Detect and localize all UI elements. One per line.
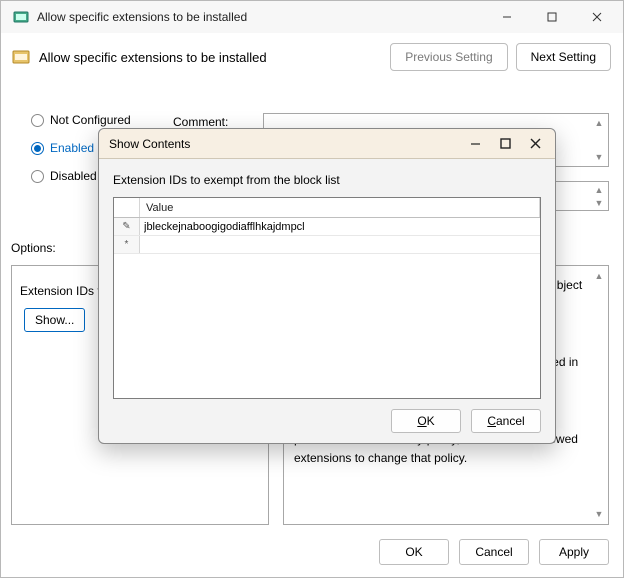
dialog-minimize-button[interactable] <box>467 136 483 152</box>
value-input[interactable] <box>144 239 536 251</box>
scroll-up-icon[interactable]: ▲ <box>591 115 607 131</box>
window-controls <box>484 2 619 32</box>
row-marker-edit-icon: ✎ <box>114 218 140 235</box>
scroll-up-icon[interactable]: ▲ <box>591 183 607 196</box>
maximize-button[interactable] <box>529 2 574 32</box>
grid-header-value: Value <box>140 198 540 217</box>
value-input[interactable] <box>144 221 536 233</box>
value-grid: Value ✎ * <box>113 197 541 399</box>
policy-icon <box>11 47 31 67</box>
dialog-ok-button[interactable]: OK <box>391 409 461 433</box>
window-titlebar: Allow specific extensions to be installe… <box>1 1 623 33</box>
scrollbar[interactable]: ▲ ▼ <box>591 268 607 522</box>
dialog-title: Show Contents <box>109 137 467 151</box>
scrollbar[interactable]: ▲ ▼ <box>591 183 607 209</box>
show-button[interactable]: Show... <box>24 308 85 332</box>
comment-label: Comment: <box>173 113 228 129</box>
policy-header: Allow specific extensions to be installe… <box>1 33 623 79</box>
table-row[interactable]: * <box>114 236 540 254</box>
grid-header: Value <box>114 198 540 218</box>
table-row[interactable]: ✎ <box>114 218 540 236</box>
window-title: Allow specific extensions to be installe… <box>37 10 484 24</box>
grid-empty-area <box>114 254 540 398</box>
radio-not-configured[interactable]: Not Configured <box>31 113 131 127</box>
cancel-button[interactable]: Cancel <box>459 539 529 565</box>
close-button[interactable] <box>574 2 619 32</box>
apply-button[interactable]: Apply <box>539 539 609 565</box>
options-label: Options: <box>11 241 56 255</box>
scrollbar[interactable]: ▲ ▼ <box>591 115 607 165</box>
dialog-maximize-button[interactable] <box>497 136 513 152</box>
dialog-controls <box>467 136 555 152</box>
row-value-cell[interactable] <box>140 218 540 235</box>
app-icon <box>13 9 29 25</box>
radio-icon <box>31 170 44 183</box>
dialog-button-row: OK Cancel <box>113 399 541 433</box>
policy-title: Allow specific extensions to be installe… <box>39 50 382 65</box>
main-button-row: OK Cancel Apply <box>379 539 609 565</box>
scroll-down-icon[interactable]: ▼ <box>591 506 607 522</box>
radio-label: Disabled <box>50 169 97 183</box>
dialog-titlebar: Show Contents <box>99 129 555 159</box>
scroll-down-icon[interactable]: ▼ <box>591 149 607 165</box>
row-value-cell[interactable] <box>140 236 540 253</box>
previous-setting-button[interactable]: Previous Setting <box>390 43 507 71</box>
scroll-down-icon[interactable]: ▼ <box>591 196 607 209</box>
dialog-body: Extension IDs to exempt from the block l… <box>99 159 555 443</box>
row-marker-new-icon: * <box>114 236 140 253</box>
dialog-cancel-button[interactable]: Cancel <box>471 409 541 433</box>
radio-label: Enabled <box>50 141 94 155</box>
radio-label: Not Configured <box>50 113 131 127</box>
radio-icon <box>31 142 44 155</box>
dialog-caption: Extension IDs to exempt from the block l… <box>113 173 541 187</box>
ok-button[interactable]: OK <box>379 539 449 565</box>
radio-icon <box>31 114 44 127</box>
show-contents-dialog: Show Contents Extension IDs to exempt fr… <box>98 128 556 444</box>
minimize-button[interactable] <box>484 2 529 32</box>
scroll-up-icon[interactable]: ▲ <box>591 268 607 284</box>
dialog-close-button[interactable] <box>527 136 543 152</box>
grid-header-marker <box>114 198 140 217</box>
next-setting-button[interactable]: Next Setting <box>516 43 611 71</box>
